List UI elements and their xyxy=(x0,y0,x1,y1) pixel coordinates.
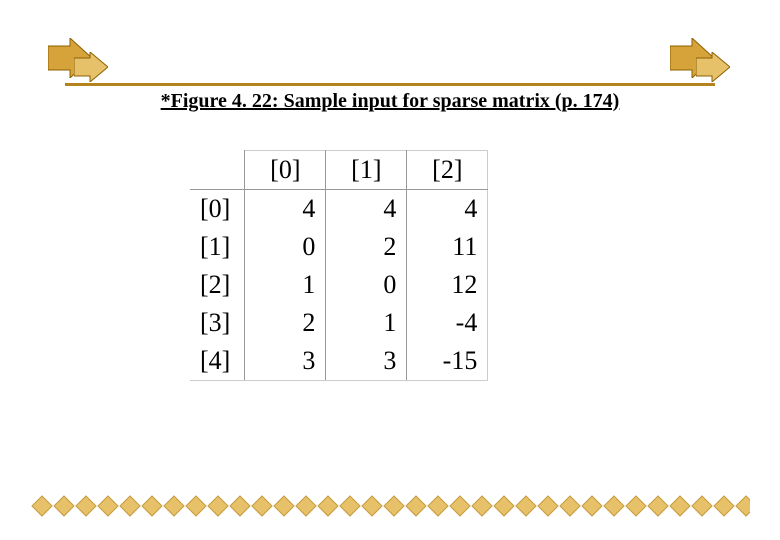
cell: 12 xyxy=(407,266,488,304)
diamond-icon xyxy=(602,494,626,518)
corner-cell xyxy=(190,151,245,190)
diamond-icon xyxy=(646,494,670,518)
row-header: [1] xyxy=(190,228,245,266)
diamond-icon xyxy=(294,494,318,518)
sparse-matrix-table: [0] [1] [2] [0] 4 4 4 [1] 0 2 11 [2] 1 0 xyxy=(190,150,488,381)
table-row: [0] 4 4 4 xyxy=(190,190,488,229)
table-row: [1] 0 2 11 xyxy=(190,228,488,266)
diamond-icon xyxy=(734,494,750,518)
cell: 1 xyxy=(245,266,326,304)
cell: 2 xyxy=(326,228,407,266)
title-rule xyxy=(65,83,715,86)
diamond-icon xyxy=(426,494,450,518)
diamond-icon xyxy=(580,494,604,518)
cell: 0 xyxy=(245,228,326,266)
cell: -15 xyxy=(407,342,488,381)
matrix-table-wrap: [0] [1] [2] [0] 4 4 4 [1] 0 2 11 [2] 1 0 xyxy=(190,150,488,381)
diamond-icon xyxy=(118,494,142,518)
diamond-icon xyxy=(250,494,274,518)
diamond-icon xyxy=(558,494,582,518)
table-row: [4] 3 3 -15 xyxy=(190,342,488,381)
cell: 4 xyxy=(407,190,488,229)
diamond-icon xyxy=(52,494,76,518)
cell: 11 xyxy=(407,228,488,266)
diamond-icon xyxy=(74,494,98,518)
row-header: [3] xyxy=(190,304,245,342)
diamond-icon xyxy=(140,494,164,518)
cell: 4 xyxy=(245,190,326,229)
diamond-icon xyxy=(360,494,384,518)
row-header: [0] xyxy=(190,190,245,229)
cell: 3 xyxy=(245,342,326,381)
diamond-icon xyxy=(514,494,538,518)
diamond-icon xyxy=(668,494,692,518)
decor-top-left xyxy=(48,38,110,82)
figure-title: *Figure 4. 22: Sample input for sparse m… xyxy=(161,87,620,115)
diamond-icon xyxy=(206,494,230,518)
diamond-icon xyxy=(624,494,648,518)
diamond-icon xyxy=(448,494,472,518)
diamond-icon xyxy=(382,494,406,518)
col-header: [1] xyxy=(326,151,407,190)
diamond-icon xyxy=(712,494,736,518)
diamond-icon xyxy=(404,494,428,518)
table-row: [2] 1 0 12 xyxy=(190,266,488,304)
col-header: [2] xyxy=(407,151,488,190)
diamond-icon xyxy=(184,494,208,518)
decor-top-right xyxy=(670,38,732,82)
diamond-icon xyxy=(690,494,714,518)
cell: 2 xyxy=(245,304,326,342)
diamond-icon xyxy=(470,494,494,518)
cell: 4 xyxy=(326,190,407,229)
row-header: [4] xyxy=(190,342,245,381)
title-block: *Figure 4. 22: Sample input for sparse m… xyxy=(65,83,715,115)
cell: -4 xyxy=(407,304,488,342)
table-row: [3] 2 1 -4 xyxy=(190,304,488,342)
diamond-icon xyxy=(162,494,186,518)
diamond-icon xyxy=(228,494,252,518)
diamond-icon xyxy=(30,494,54,518)
col-header: [0] xyxy=(245,151,326,190)
diamond-icon xyxy=(316,494,340,518)
cell: 3 xyxy=(326,342,407,381)
footer-diamond-band xyxy=(30,494,750,522)
row-header: [2] xyxy=(190,266,245,304)
diamond-icon xyxy=(536,494,560,518)
cell: 0 xyxy=(326,266,407,304)
diamond-icon xyxy=(96,494,120,518)
cell: 1 xyxy=(326,304,407,342)
diamond-icon xyxy=(272,494,296,518)
diamond-icon xyxy=(338,494,362,518)
diamond-icon xyxy=(492,494,516,518)
